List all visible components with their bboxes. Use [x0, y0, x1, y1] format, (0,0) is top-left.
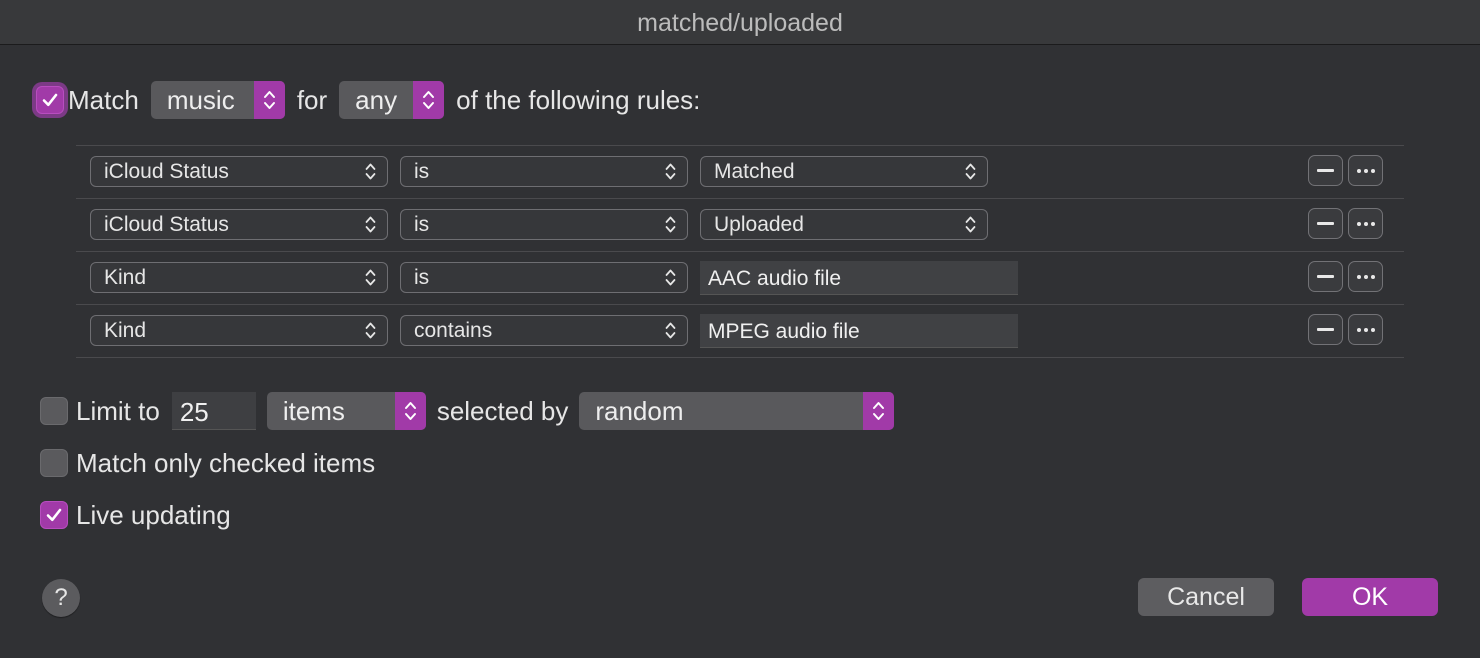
cancel-button[interactable]: Cancel: [1138, 578, 1274, 616]
limit-unit-value: items: [282, 395, 345, 426]
ellipsis-icon: [1356, 274, 1375, 279]
chevron-updown-icon: [863, 392, 895, 430]
limit-value-field[interactable]: 25: [171, 392, 256, 430]
rule-row: Kind is AAC audio file: [76, 251, 1404, 304]
chevron-updown-icon: [965, 163, 976, 180]
chevron-updown-icon: [665, 216, 676, 233]
rule-more-button[interactable]: [1348, 314, 1383, 345]
rule-field-popup[interactable]: iCloud Status: [90, 209, 388, 240]
remove-rule-button[interactable]: [1308, 314, 1343, 345]
chevron-updown-icon: [665, 269, 676, 286]
ellipsis-icon: [1356, 327, 1375, 332]
rule-operator-popup[interactable]: contains: [400, 315, 688, 346]
live-updating-label: Live updating: [76, 499, 231, 530]
rule-operator-value: is: [414, 266, 430, 289]
chevron-updown-icon: [365, 216, 376, 233]
chevron-updown-icon: [665, 322, 676, 339]
limit-checkbox[interactable]: [40, 397, 68, 425]
help-button[interactable]: ?: [42, 579, 80, 617]
rule-field-value: iCloud Status: [104, 213, 229, 236]
rule-value: Matched: [714, 160, 795, 183]
match-checked-checkbox[interactable]: [40, 449, 68, 477]
rule-row: iCloud Status is Matched: [76, 145, 1404, 198]
rules-list: iCloud Status is Matched iCloud Status i…: [76, 145, 1404, 358]
chevron-updown-icon: [365, 163, 376, 180]
rule-row: iCloud Status is Uploaded: [76, 198, 1404, 251]
rule-operator-popup[interactable]: is: [400, 156, 688, 187]
limit-label: Limit to: [76, 395, 160, 426]
selected-by-value: random: [595, 395, 684, 426]
chevron-updown-icon: [365, 269, 376, 286]
chevron-updown-icon: [413, 81, 445, 119]
chevron-updown-icon: [365, 322, 376, 339]
match-checkbox[interactable]: [36, 86, 64, 114]
match-checked-label: Match only checked items: [76, 447, 376, 478]
rule-value-field[interactable]: AAC audio file: [700, 261, 1018, 295]
minus-icon: [1317, 222, 1334, 225]
rule-operator-popup[interactable]: is: [400, 262, 688, 293]
for-label: for: [296, 84, 328, 115]
ok-button[interactable]: OK: [1302, 578, 1438, 616]
rule-row: Kind contains MPEG audio file: [76, 304, 1404, 358]
rule-more-button[interactable]: [1348, 208, 1383, 239]
remove-rule-button[interactable]: [1308, 261, 1343, 292]
rule-more-button[interactable]: [1348, 261, 1383, 292]
selected-by-label: selected by: [436, 395, 569, 426]
chevron-updown-icon: [253, 81, 285, 119]
match-rule-row: Match music for any of the following rul…: [36, 80, 712, 120]
live-updating-row: Live updating: [40, 500, 243, 530]
rule-field-popup[interactable]: Kind: [90, 262, 388, 293]
match-label: Match: [68, 84, 139, 115]
rule-more-button[interactable]: [1348, 155, 1383, 186]
minus-icon: [1317, 328, 1334, 331]
checkmark-icon: [46, 508, 62, 522]
rule-field-popup[interactable]: iCloud Status: [90, 156, 388, 187]
rule-value-popup[interactable]: Uploaded: [700, 209, 988, 240]
rule-operator-value: is: [414, 213, 430, 236]
rule-operator-value: contains: [414, 319, 493, 342]
rule-field-popup[interactable]: Kind: [90, 315, 388, 346]
minus-icon: [1317, 169, 1334, 172]
ellipsis-icon: [1356, 221, 1375, 226]
rule-operator-popup[interactable]: is: [400, 209, 688, 240]
rule-field-value: Kind: [104, 319, 147, 342]
rule-value-field[interactable]: MPEG audio file: [700, 314, 1018, 348]
media-type-value: music: [166, 84, 235, 115]
following-rules-label: of the following rules:: [456, 84, 701, 115]
chevron-updown-icon: [394, 392, 426, 430]
chevron-updown-icon: [665, 163, 676, 180]
any-all-popup[interactable]: any: [339, 81, 445, 119]
any-all-value: any: [355, 84, 398, 115]
rule-field-value: iCloud Status: [104, 160, 229, 183]
rule-value: Uploaded: [714, 213, 804, 236]
minus-icon: [1317, 275, 1334, 278]
media-type-popup[interactable]: music: [150, 81, 285, 119]
limit-unit-popup[interactable]: items: [266, 392, 426, 430]
limit-row: Limit to 25 items selected by random: [40, 391, 895, 431]
ellipsis-icon: [1356, 168, 1375, 173]
remove-rule-button[interactable]: [1308, 155, 1343, 186]
remove-rule-button[interactable]: [1308, 208, 1343, 239]
match-checked-row: Match only checked items: [40, 448, 387, 478]
rule-operator-value: is: [414, 160, 430, 183]
selected-by-popup[interactable]: random: [579, 392, 895, 430]
chevron-updown-icon: [965, 216, 976, 233]
smart-playlist-dialog: Match music for any of the following rul…: [0, 45, 1480, 658]
rule-field-value: Kind: [104, 266, 147, 289]
checkmark-icon: [42, 93, 58, 107]
live-updating-checkbox[interactable]: [40, 501, 68, 529]
rule-value-popup[interactable]: Matched: [700, 156, 988, 187]
window-title: matched/uploaded: [0, 0, 1480, 45]
